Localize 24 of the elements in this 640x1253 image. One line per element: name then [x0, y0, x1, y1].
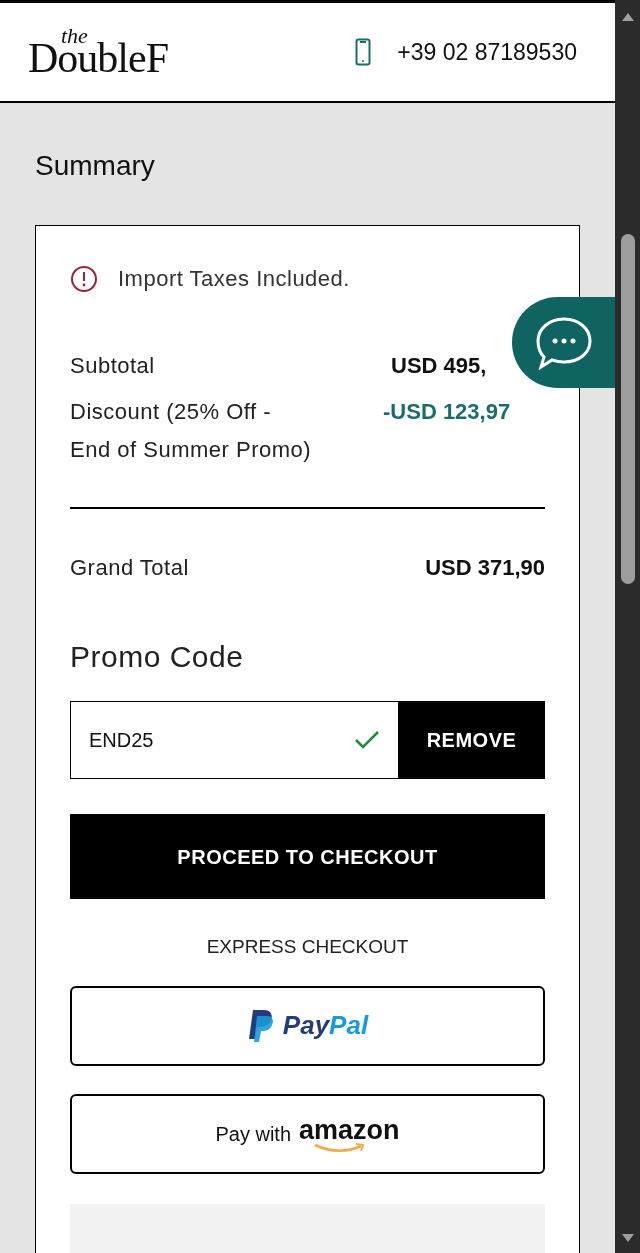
alert-icon	[70, 264, 98, 293]
line-value: USD 495,	[391, 352, 487, 380]
amazon-pay-button[interactable]: Pay with amazon	[70, 1093, 545, 1174]
paypal-button[interactable]: PayPal	[70, 985, 545, 1066]
phone-number[interactable]: +39 02 87189530	[397, 34, 577, 70]
checkout-button[interactable]: PROCEED TO CHECKOUT	[70, 814, 545, 899]
notice-text: Import Taxes Included.	[118, 265, 350, 293]
remove-button[interactable]: REMOVE	[398, 701, 545, 779]
grand-total-value: USD 371,90	[425, 554, 545, 582]
line-label: Subtotal	[70, 352, 156, 380]
summary-title: Summary	[35, 149, 156, 183]
chat-button[interactable]	[512, 297, 615, 388]
promo-title: Promo Code	[70, 639, 245, 675]
paypal-logo-icon	[246, 1008, 275, 1043]
scroll-down-icon[interactable]	[620, 1233, 635, 1243]
phone-icon	[355, 38, 372, 66]
scroll-up-icon[interactable]	[620, 12, 635, 22]
grand-total-label: Grand Total	[70, 554, 189, 582]
promo-code-field[interactable]: END25	[70, 701, 398, 779]
express-checkout-label: EXPRESS CHECKOUT	[206, 936, 409, 957]
scrollbar-thumb[interactable]	[620, 234, 635, 584]
line-value: -USD 123,97	[383, 398, 511, 426]
line-label: Discount (25% Off - End of Summer Promo)	[70, 398, 313, 464]
chat-bubble-icon	[534, 315, 593, 370]
